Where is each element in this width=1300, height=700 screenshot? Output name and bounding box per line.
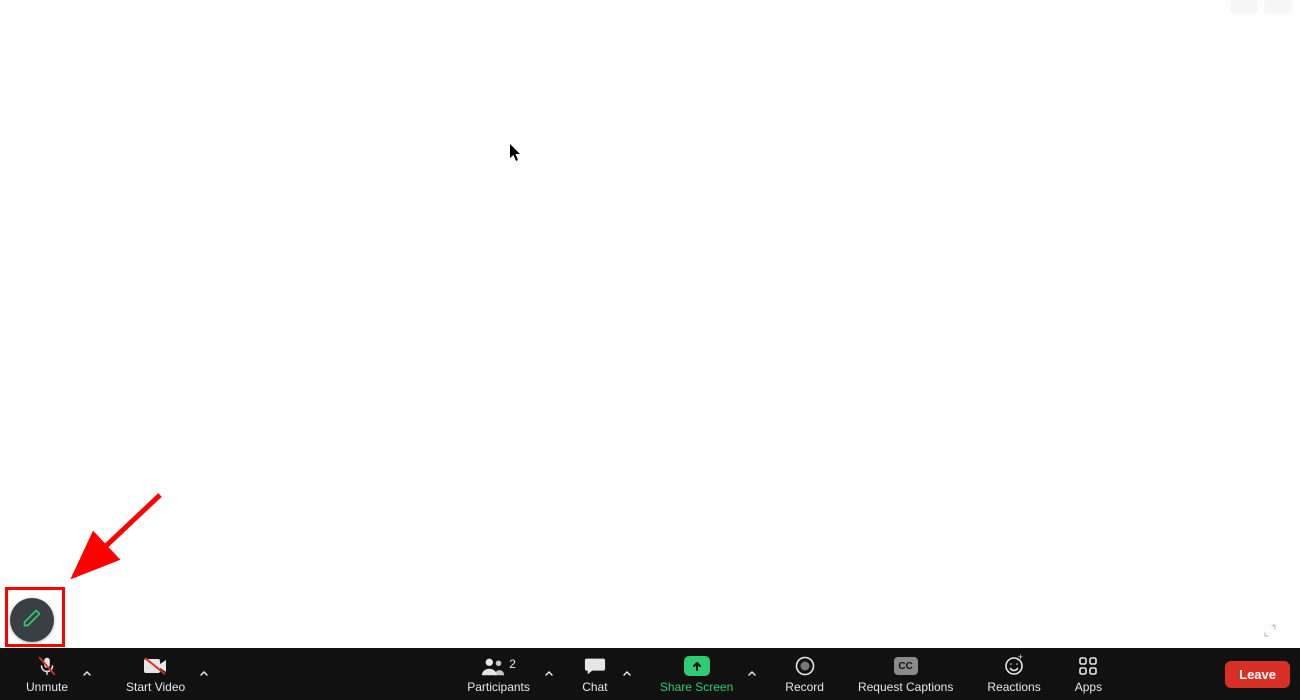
mouse-cursor (510, 144, 522, 167)
apps-label: Apps (1075, 681, 1102, 693)
pencil-icon (22, 608, 42, 633)
start-video-label: Start Video (126, 681, 185, 693)
unmute-button[interactable]: Unmute (14, 648, 80, 700)
reactions-icon: + (1001, 655, 1027, 677)
leave-button[interactable]: Leave (1225, 661, 1290, 688)
chat-label: Chat (582, 681, 607, 693)
reactions-label: Reactions (987, 681, 1040, 693)
participants-options-chevron[interactable] (542, 648, 556, 700)
video-off-icon (143, 655, 169, 677)
start-video-button[interactable]: Start Video (114, 648, 197, 700)
participants-count: 2 (509, 657, 516, 671)
record-button[interactable]: Record (773, 648, 836, 700)
participants-button[interactable]: 2 Participants (455, 648, 542, 700)
reactions-button[interactable]: + Reactions (975, 648, 1052, 700)
expand-corner-icon (1262, 623, 1278, 644)
leave-label: Leave (1239, 667, 1276, 682)
plus-icon: + (1018, 653, 1023, 662)
request-captions-button[interactable]: CC Request Captions (846, 648, 965, 700)
closed-captions-icon: CC (893, 655, 919, 677)
record-icon (792, 655, 818, 677)
share-screen-button[interactable]: Share Screen (648, 648, 745, 700)
toolbar-left-group: Unmute Start Video (0, 648, 215, 700)
toolbar-right-group: Leave (1225, 648, 1300, 700)
share-options-chevron[interactable] (745, 648, 759, 700)
chat-button[interactable]: Chat (570, 648, 620, 700)
participants-icon: 2 (481, 655, 516, 677)
request-captions-label: Request Captions (858, 681, 953, 693)
ghost-pill (1264, 0, 1292, 14)
apps-button[interactable]: Apps (1063, 648, 1114, 700)
toolbar-center-group: 2 Participants Chat (455, 648, 1114, 700)
record-label: Record (785, 681, 824, 693)
video-options-chevron[interactable] (197, 648, 211, 700)
audio-options-chevron[interactable] (80, 648, 94, 700)
meeting-toolbar: Unmute Start Video (0, 648, 1300, 700)
annotate-pencil-button[interactable] (10, 598, 54, 642)
share-screen-icon (684, 655, 710, 677)
unmute-label: Unmute (26, 681, 68, 693)
apps-icon (1075, 655, 1101, 677)
chat-icon (582, 655, 608, 677)
share-screen-label: Share Screen (660, 681, 733, 693)
participants-label: Participants (467, 681, 530, 693)
annotation-arrow (60, 490, 170, 590)
ghost-pill (1230, 0, 1258, 14)
chat-options-chevron[interactable] (620, 648, 634, 700)
microphone-muted-icon (34, 655, 60, 677)
top-right-ghost-controls (1230, 0, 1292, 14)
